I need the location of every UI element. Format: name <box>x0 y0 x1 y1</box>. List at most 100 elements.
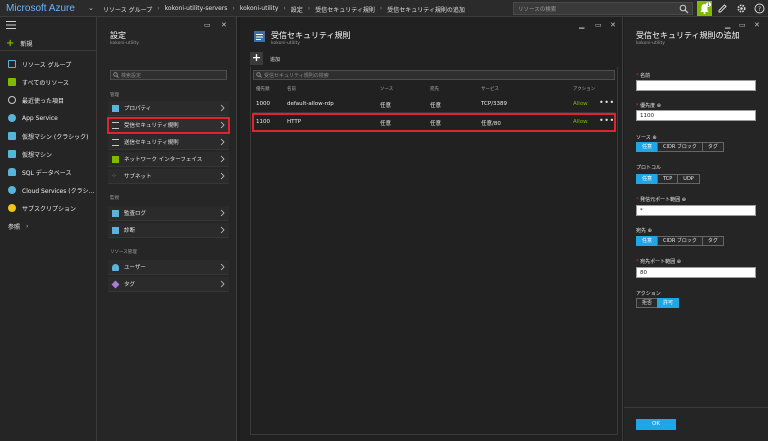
column-header-priority[interactable]: 優先順 <box>256 86 270 92</box>
filter-placeholder: 受信セキュリティ規則の検索 <box>264 73 329 79</box>
nav-item-vm-classic[interactable]: 仮想マシン (クラシック) <box>0 127 96 145</box>
column-header-service[interactable]: サービス <box>481 86 499 92</box>
close-icon[interactable]: ✕ <box>221 21 227 29</box>
svg-text:?: ? <box>758 6 761 13</box>
minimize-icon[interactable]: ▭ <box>204 21 211 29</box>
gear-icon <box>737 4 746 13</box>
notification-count-badge: 1 <box>706 2 711 7</box>
brand-logo[interactable]: Microsoft Azure <box>6 3 75 14</box>
table-row[interactable]: 1100 HTTP 任意 任意 任意/80 Allow ••• <box>252 113 616 132</box>
settings-button[interactable] <box>734 1 749 16</box>
minimize-icon[interactable]: ▁ <box>579 21 584 29</box>
protocol-option-tcp[interactable]: TCP <box>657 174 679 184</box>
more-options-icon[interactable]: ••• <box>599 116 615 125</box>
settings-item-users[interactable]: ユーザー <box>108 260 229 275</box>
notifications-button[interactable]: 1 <box>697 1 712 16</box>
settings-item-diagnostics[interactable]: 診断 <box>108 223 229 238</box>
left-nav: + 新規 リソース グループ すべてのリソース 最近使った項目 App Serv… <box>0 17 97 441</box>
destination-option-tag[interactable]: タグ <box>701 236 724 246</box>
settings-item-properties[interactable]: プロパティ <box>108 101 229 116</box>
settings-filter-input[interactable]: 検索設定 <box>110 70 227 80</box>
close-icon[interactable]: ✕ <box>754 21 760 29</box>
settings-item-audit-logs[interactable]: 監査ログ <box>108 206 229 221</box>
action-option-deny[interactable]: 拒否 <box>636 298 659 308</box>
column-header-destination[interactable]: 宛先 <box>430 86 439 92</box>
users-icon <box>112 263 119 271</box>
name-field[interactable] <box>636 80 756 91</box>
column-header-source[interactable]: ソース <box>380 86 393 92</box>
more-options-icon[interactable]: ••• <box>599 98 615 107</box>
edit-dashboard-button[interactable] <box>715 1 730 16</box>
blade-title: 受信セキュリティ規則の追加 <box>636 31 740 40</box>
nav-item-recent[interactable]: 最近使った項目 <box>0 91 96 109</box>
breadcrumb-item[interactable]: リソース グループ <box>100 5 155 14</box>
cell-priority: 1000 <box>256 101 270 107</box>
destination-option-cidr[interactable]: CIDR ブロック <box>657 236 703 246</box>
chevron-right-icon <box>220 209 225 217</box>
info-icon[interactable]: ⊕ <box>648 228 652 234</box>
nav-item-subscriptions[interactable]: サブスクリプション <box>0 199 96 217</box>
settings-item-label: サブネット <box>124 174 152 180</box>
breadcrumb-item[interactable]: 設定 <box>288 5 306 14</box>
security-group-icon <box>254 31 265 42</box>
info-icon[interactable]: ⊕ <box>682 197 686 203</box>
priority-field[interactable]: 1100 <box>636 110 756 121</box>
source-option-any[interactable]: 任意 <box>636 142 659 152</box>
help-button[interactable]: ? <box>752 1 767 16</box>
destination-port-field[interactable]: 80 <box>636 267 756 278</box>
nav-item-browse[interactable]: 参照 › <box>0 217 96 235</box>
breadcrumb-item[interactable]: 受信セキュリティ規則の追加 <box>384 5 468 14</box>
audit-log-icon <box>112 209 119 217</box>
info-icon[interactable]: ⊕ <box>677 259 681 265</box>
add-rule-button[interactable]: + <box>250 52 263 65</box>
breadcrumb-item[interactable]: 受信セキュリティ規則 <box>312 5 378 14</box>
inbound-rules-blade: 受信セキュリティ規則 kokoni-utility ▁ ▭ ✕ + 追加 受信セ… <box>240 17 623 441</box>
nav-item-all-resources[interactable]: すべてのリソース <box>0 73 96 91</box>
outbound-rule-icon <box>112 138 119 146</box>
column-header-name[interactable]: 名前 <box>287 86 296 92</box>
table-row[interactable]: 1000 default-allow-rdp 任意 任意 TCP/3389 Al… <box>253 96 615 113</box>
nav-item-cloud-services[interactable]: Cloud Services (クラシ… <box>0 181 96 199</box>
settings-item-label: 診断 <box>124 228 136 234</box>
source-option-tag[interactable]: タグ <box>701 142 724 152</box>
nav-item-label: リソース グループ <box>22 61 72 69</box>
settings-item-tags[interactable]: タグ <box>108 277 229 292</box>
breadcrumb-item[interactable]: kokoni-utility-servers <box>162 5 231 14</box>
hamburger-menu-icon[interactable] <box>6 21 16 29</box>
chevron-right-icon <box>220 155 225 163</box>
cell-source: 任意 <box>380 103 392 109</box>
blade-subtitle: kokoni-utility <box>636 41 665 46</box>
search-icon[interactable] <box>679 4 689 14</box>
settings-item-subnets[interactable]: ‹› サブネット <box>108 169 229 184</box>
source-port-field[interactable]: * <box>636 205 756 216</box>
chevron-down-icon[interactable]: ⌄ <box>88 4 96 12</box>
protocol-option-udp[interactable]: UDP <box>677 174 700 184</box>
info-icon[interactable]: ⊕ <box>652 135 656 141</box>
source-option-cidr[interactable]: CIDR ブロック <box>657 142 703 152</box>
settings-item-outbound-rules[interactable]: 送信セキュリティ規則 <box>108 135 229 150</box>
maximize-icon[interactable]: ▭ <box>595 21 602 29</box>
destination-option-any[interactable]: 任意 <box>636 236 659 246</box>
breadcrumb-item[interactable]: kokoni-utility <box>237 5 282 14</box>
search-input[interactable]: リソースの検索 <box>513 2 693 15</box>
nav-item-app-service[interactable]: App Service <box>0 109 96 127</box>
protocol-option-any[interactable]: 任意 <box>636 174 659 184</box>
info-icon[interactable]: ⊕ <box>657 103 661 109</box>
action-option-allow[interactable]: 許可 <box>657 298 680 308</box>
nav-item-resource-groups[interactable]: リソース グループ <box>0 55 96 73</box>
maximize-icon[interactable]: ▭ <box>739 21 746 29</box>
nav-item-vm[interactable]: 仮想マシン <box>0 145 96 163</box>
nav-item-sql[interactable]: SQL データベース <box>0 163 96 181</box>
column-header-action[interactable]: アクション <box>573 86 595 92</box>
minimize-icon[interactable]: ▁ <box>725 21 730 29</box>
settings-item-network-interfaces[interactable]: ネットワーク インターフェイス <box>108 152 229 167</box>
close-icon[interactable]: ✕ <box>610 21 616 29</box>
rules-filter-input[interactable]: 受信セキュリティ規則の検索 <box>253 70 615 80</box>
settings-item-label: 受信セキュリティ規則 <box>124 123 179 129</box>
settings-item-label: プロパティ <box>124 106 152 112</box>
ok-button[interactable]: OK <box>636 419 676 430</box>
nav-item-label: サブスクリプション <box>22 205 77 213</box>
settings-item-inbound-rules[interactable]: 受信セキュリティ規則 <box>107 117 230 134</box>
new-button[interactable]: + 新規 <box>6 38 32 48</box>
blade-title: 受信セキュリティ規則 <box>271 31 351 40</box>
